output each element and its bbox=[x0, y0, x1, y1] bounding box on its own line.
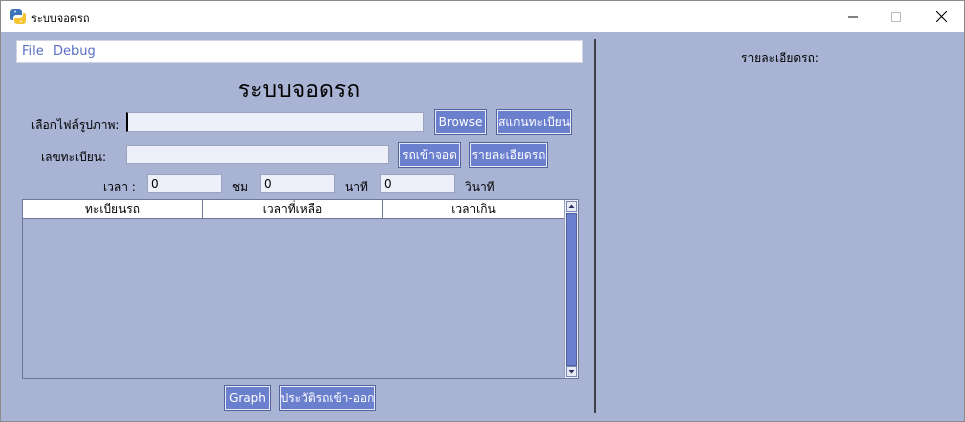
close-button[interactable] bbox=[918, 1, 964, 32]
hours-field[interactable] bbox=[147, 174, 222, 193]
hours-unit-label: ชม bbox=[232, 180, 249, 194]
plate-number-field[interactable] bbox=[126, 145, 389, 164]
column-header-plate[interactable]: ทะเบียนรถ bbox=[23, 200, 203, 218]
minutes-unit-label: นาที bbox=[345, 180, 368, 194]
graph-button[interactable]: Graph bbox=[225, 386, 270, 410]
column-header-time-left[interactable]: เวลาที่เหลือ bbox=[203, 200, 383, 218]
seconds-unit-label: วินาที bbox=[465, 180, 495, 194]
window-title: ระบบจอดรถ bbox=[31, 12, 90, 25]
close-icon bbox=[935, 11, 947, 22]
park-car-button[interactable]: รถเข้าจอด bbox=[399, 143, 460, 167]
menu-debug[interactable]: Debug bbox=[53, 44, 96, 59]
browse-button[interactable]: Browse bbox=[435, 110, 486, 134]
minutes-field[interactable] bbox=[260, 174, 335, 193]
table-scrollbar[interactable] bbox=[564, 200, 578, 378]
title-bar[interactable]: ระบบจอดรถ bbox=[1, 1, 964, 32]
time-label: เวลา : bbox=[103, 180, 136, 194]
menu-bar: File Debug bbox=[16, 40, 583, 63]
plate-number-label: เลขทะเบียน: bbox=[41, 150, 107, 164]
arrow-up-icon bbox=[568, 204, 575, 208]
maximize-button[interactable] bbox=[873, 1, 919, 32]
app-title: ระบบจอดรถ bbox=[237, 77, 361, 103]
menu-file[interactable]: File bbox=[22, 44, 44, 59]
app-window: ระบบจอดรถ File Debug ระบบจอดรถ เลือกไฟล์… bbox=[0, 0, 965, 422]
car-details-button[interactable]: รายละเอียดรถ bbox=[470, 143, 547, 167]
scan-plate-button[interactable]: สแกนทะเบียน bbox=[497, 110, 571, 134]
parking-table[interactable]: ทะเบียนรถ เวลาที่เหลือ เวลาเกิน bbox=[22, 199, 579, 379]
scroll-thumb[interactable] bbox=[566, 213, 577, 366]
history-button[interactable]: ประวัติรถเข้า-ออก bbox=[280, 386, 375, 410]
minimize-button[interactable] bbox=[830, 1, 876, 32]
car-details-label: รายละเอียดรถ: bbox=[741, 51, 819, 65]
image-file-label: เลือกไฟล์รูปภาพ: bbox=[31, 118, 120, 132]
panel-divider bbox=[594, 39, 596, 413]
column-header-overtime[interactable]: เวลาเกิน bbox=[383, 200, 564, 218]
image-path-field[interactable] bbox=[126, 112, 424, 132]
python-icon bbox=[10, 9, 26, 24]
minimize-icon bbox=[848, 16, 858, 17]
seconds-field[interactable] bbox=[380, 174, 455, 193]
maximize-icon bbox=[891, 11, 901, 22]
table-header: ทะเบียนรถ เวลาที่เหลือ เวลาเกิน bbox=[23, 200, 564, 219]
arrow-down-icon bbox=[568, 370, 575, 374]
scroll-up-button[interactable] bbox=[566, 201, 577, 212]
scroll-down-button[interactable] bbox=[566, 366, 577, 377]
